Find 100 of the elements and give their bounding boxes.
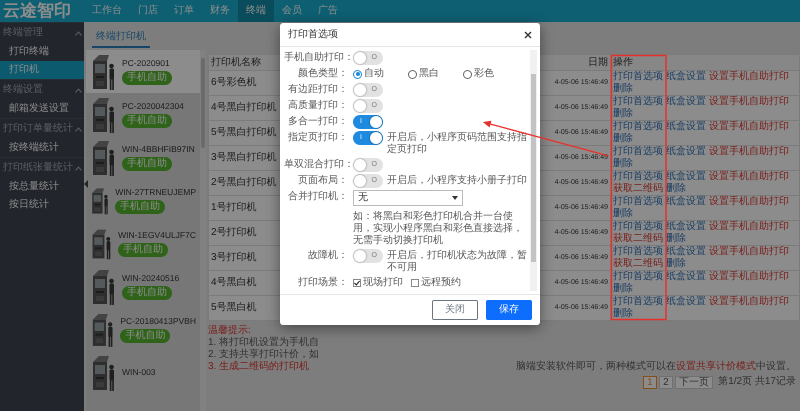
action-link[interactable]: 纸盒设置 (666, 96, 706, 108)
action-link[interactable]: 设置手机自助打印 (709, 146, 789, 158)
action-link[interactable]: 纸盒设置 (666, 196, 706, 208)
action-link[interactable]: 打印首选项 (613, 96, 663, 108)
action-link[interactable]: 打印首选项 (613, 171, 663, 183)
device-item[interactable]: WIN-003 (86, 351, 200, 394)
action-link[interactable]: 打印首选项 (613, 121, 663, 133)
kiosk-drawing (90, 52, 116, 90)
action-link[interactable]: 设置手机自助打印 (709, 296, 789, 308)
nav-tab[interactable]: 工作台 (84, 0, 130, 22)
tips-title: 温馨提示: (208, 325, 252, 336)
device-item[interactable]: WIN-27TRNEUJEMP 手机自助 (86, 179, 200, 222)
action-link[interactable]: 删除 (613, 283, 633, 295)
action-link[interactable]: 打印首选项 (613, 271, 663, 283)
action-link[interactable]: 删除 (613, 158, 633, 170)
save-button[interactable]: 保存 (486, 300, 532, 320)
action-link[interactable]: 设置手机自助打印 (709, 221, 789, 233)
action-link[interactable]: 获取二维码 (613, 233, 663, 245)
select-field[interactable]: 无 (353, 190, 463, 206)
action-link[interactable]: 打印首选项 (613, 296, 663, 308)
action-link[interactable]: 纸盒设置 (666, 146, 706, 158)
nav-tab[interactable]: 广告 (310, 0, 346, 22)
sidebar-item[interactable]: 按终端统计 (0, 139, 84, 157)
device-item[interactable]: WIN-20240516 手机自助 (86, 265, 200, 308)
action-link[interactable]: 删除 (613, 108, 633, 120)
sidebar-group-title[interactable]: 打印订单量统计 (3, 123, 73, 135)
sidebar-group-title[interactable]: 终端设置 (3, 84, 43, 96)
action-link[interactable]: 设置手机自助打印 (709, 271, 789, 283)
action-link[interactable]: 打印首选项 (613, 71, 663, 83)
nav-tab[interactable]: 门店 (130, 0, 166, 22)
column-header: 打印机名称 (208, 54, 280, 70)
field-label: 页面布局： (297, 174, 348, 188)
sidebar-item[interactable]: 按总量统计 (0, 178, 84, 196)
sidebar-group-title[interactable]: 打印纸张量统计 (3, 162, 73, 174)
action-link[interactable]: 删除 (666, 258, 686, 270)
action-link[interactable]: 删除 (613, 208, 633, 220)
device-name: WIN-4BBHFIB97IN (122, 144, 195, 155)
action-link[interactable]: 打印首选项 (613, 196, 663, 208)
action-link[interactable]: 获取二维码 (613, 258, 663, 270)
kiosk-drawing (90, 96, 116, 134)
checkbox-option[interactable]: 现场打印 (353, 276, 403, 290)
action-link[interactable]: 设置手机自助打印 (709, 171, 789, 183)
field-label: 有边距打印： (287, 83, 348, 97)
page-button[interactable]: 2 (659, 376, 673, 388)
close-button[interactable] (524, 30, 532, 38)
action-link[interactable]: 纸盒设置 (666, 271, 706, 283)
tab[interactable]: 终端打印机 (92, 28, 150, 48)
device-name: WIN-003 (122, 367, 156, 378)
device-name: PC-2020042304 (122, 101, 184, 112)
action-link[interactable]: 纸盒设置 (666, 171, 706, 183)
device-item[interactable]: PC-2020042304 手机自助 (86, 93, 200, 136)
scrollbar[interactable] (530, 50, 537, 291)
checkbox-option[interactable]: 远程预约 (411, 276, 461, 290)
field-label: 打印场景： (297, 276, 348, 290)
action-link[interactable]: 设置手机自助打印 (709, 71, 789, 83)
sidebar-item[interactable]: 邮箱发送设置 (0, 100, 84, 118)
column-header: 操作 (610, 54, 800, 70)
sidebar-group-title[interactable]: 终端管理 (3, 27, 43, 39)
nav-tab[interactable]: 终端 (238, 0, 274, 22)
action-link[interactable]: 打印首选项 (613, 221, 663, 233)
action-link[interactable]: 设置手机自助打印 (709, 196, 789, 208)
hint-text: 开启后，小程序支持小册子打印 (387, 174, 527, 187)
action-link[interactable]: 纸盒设置 (666, 221, 706, 233)
action-link[interactable]: 获取二维码 (613, 183, 663, 195)
mode-badge: 手机自助 (122, 286, 172, 300)
device-name: PC-20180413PVBH (120, 316, 196, 327)
nav-tab[interactable]: 订单 (166, 0, 202, 22)
action-link[interactable]: 删除 (666, 233, 686, 245)
device-item[interactable]: PC-2020901 手机自助 (86, 50, 200, 93)
mode-badge: 手机自助 (118, 242, 168, 257)
dialog-title: 打印首选项 (288, 28, 338, 40)
action-link[interactable]: 设置手机自助打印 (709, 246, 789, 258)
sidebar-item[interactable]: 打印机 (0, 61, 84, 79)
action-link[interactable]: 纸盒设置 (666, 71, 706, 83)
link[interactable]: 设置共享计价模式 (676, 361, 756, 372)
field-label: 高质量打印： (287, 99, 348, 113)
action-link[interactable]: 打印首选项 (613, 246, 663, 258)
device-item[interactable]: WIN-1EGV4ULJF7C 手机自助 (86, 222, 200, 265)
nav-tab[interactable]: 财务 (202, 0, 238, 22)
nav-tab[interactable]: 会员 (274, 0, 310, 22)
action-link[interactable]: 纸盒设置 (666, 121, 706, 133)
action-link[interactable]: 打印首选项 (613, 146, 663, 158)
scrollbar[interactable] (200, 50, 206, 411)
action-link[interactable]: 纸盒设置 (666, 296, 706, 308)
device-item[interactable]: PC-20180413PVBH 手机自助 (86, 308, 200, 351)
mode-badge: 手机自助 (122, 114, 172, 128)
sidebar-item[interactable]: 按日统计 (0, 196, 84, 214)
action-link[interactable]: 设置手机自助打印 (709, 121, 789, 133)
action-link[interactable]: 删除 (613, 308, 633, 320)
action-link[interactable]: 删除 (613, 83, 633, 95)
page-button[interactable]: 1 (643, 376, 657, 388)
action-link[interactable]: 删除 (613, 133, 633, 145)
action-link[interactable]: 纸盒设置 (666, 246, 706, 258)
action-link[interactable]: 设置手机自助打印 (709, 96, 789, 108)
next-page-button[interactable]: 下一页 (675, 376, 714, 388)
device-name: WIN-27TRNEUJEMP (115, 187, 196, 198)
action-link[interactable]: 删除 (666, 183, 686, 195)
device-item[interactable]: WIN-4BBHFIB97IN 手机自助 (86, 136, 200, 179)
close-button[interactable]: 关闭 (432, 300, 478, 320)
sidebar-item[interactable]: 打印终端 (0, 43, 84, 61)
